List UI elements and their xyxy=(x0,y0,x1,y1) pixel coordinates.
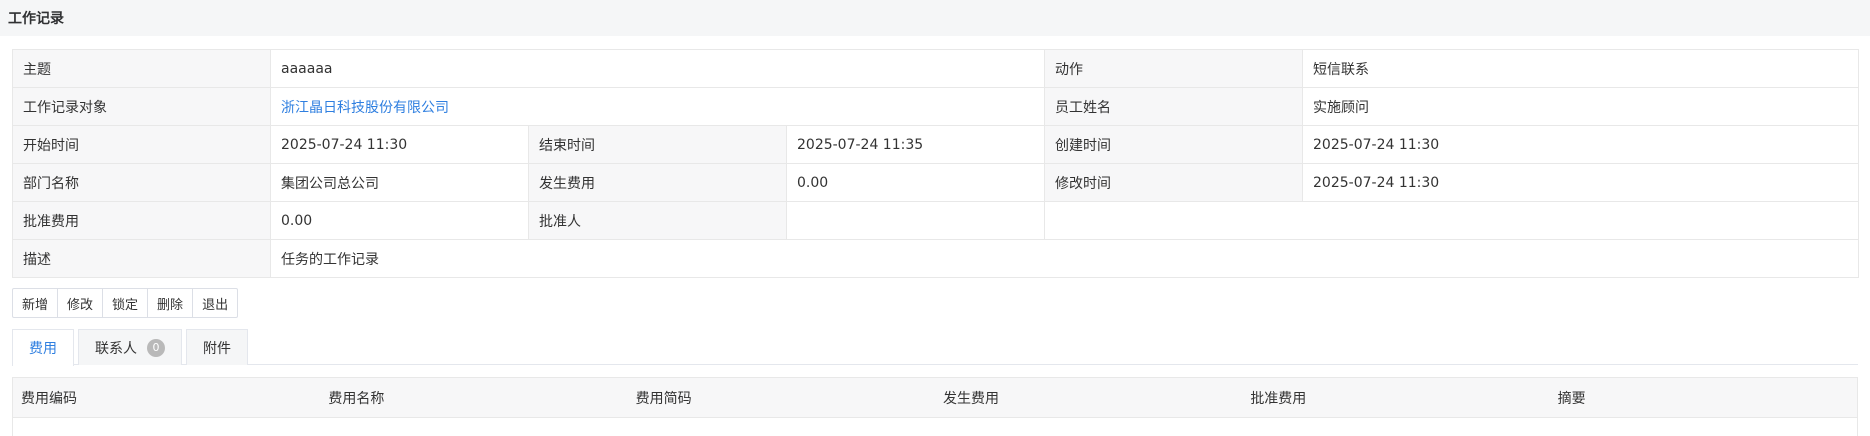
detail-tabs: 费用 联系人 0 附件 xyxy=(12,329,1858,366)
work-record-detail-table: 主题 aaaaaa 动作 短信联系 工作记录对象 浙江晶日科技股份有限公司 员工… xyxy=(12,49,1860,278)
column-header-summary[interactable]: 摘要 xyxy=(1550,388,1857,408)
department-label: 部门名称 xyxy=(12,163,271,202)
contacts-count-badge: 0 xyxy=(147,338,165,357)
employee-label: 员工姓名 xyxy=(1044,87,1304,126)
action-toolbar: 新增 修改 锁定 删除 退出 xyxy=(12,288,239,318)
detail-row: 描述 任务的工作记录 xyxy=(12,239,1860,278)
end-time-value: 2025-07-24 11:35 xyxy=(785,125,1046,164)
description-value: 任务的工作记录 xyxy=(269,239,1860,278)
modified-time-label: 修改时间 xyxy=(1044,163,1304,202)
expense-grid-header: 费用编码 费用名称 费用简码 发生费用 批准费用 摘要 xyxy=(13,378,1857,418)
tab-attachments-label: 附件 xyxy=(203,340,231,357)
end-time-label: 结束时间 xyxy=(528,125,787,164)
column-header-expense-short-code[interactable]: 费用简码 xyxy=(628,388,935,408)
detail-row: 工作记录对象 浙江晶日科技股份有限公司 员工姓名 实施顾问 xyxy=(12,87,1860,126)
detail-row: 开始时间 2025-07-24 11:30 结束时间 2025-07-24 11… xyxy=(12,125,1860,164)
created-time-value: 2025-07-24 11:30 xyxy=(1302,125,1860,164)
delete-button[interactable]: 删除 xyxy=(147,288,194,318)
approved-cost-label: 批准费用 xyxy=(12,201,271,240)
approved-cost-value: 0.00 xyxy=(270,201,529,240)
modified-time-value: 2025-07-24 11:30 xyxy=(1302,163,1860,202)
column-header-incurred-cost[interactable]: 发生费用 xyxy=(935,388,1242,408)
tab-expense-label: 费用 xyxy=(29,341,57,357)
approver-value xyxy=(785,201,1046,240)
empty-cell xyxy=(1044,201,1860,240)
page-title: 工作记录 xyxy=(8,11,64,27)
tab-contacts[interactable]: 联系人 0 xyxy=(78,329,182,365)
detail-row: 主题 aaaaaa 动作 短信联系 xyxy=(12,49,1860,88)
description-label: 描述 xyxy=(12,239,271,278)
object-label: 工作记录对象 xyxy=(12,87,271,126)
tab-attachments[interactable]: 附件 xyxy=(186,329,248,365)
subject-label: 主题 xyxy=(12,49,271,88)
lock-button[interactable]: 锁定 xyxy=(102,288,149,318)
cost-label: 发生费用 xyxy=(528,163,787,202)
tab-expense[interactable]: 费用 xyxy=(12,329,74,366)
action-label: 动作 xyxy=(1044,49,1304,88)
column-header-approved-cost[interactable]: 批准费用 xyxy=(1242,388,1549,408)
department-value: 集团公司总公司 xyxy=(270,163,529,202)
add-button[interactable]: 新增 xyxy=(12,288,59,318)
start-time-value: 2025-07-24 11:30 xyxy=(270,125,529,164)
action-value: 短信联系 xyxy=(1302,49,1860,88)
subject-value: aaaaaa xyxy=(269,49,1046,88)
detail-row: 批准费用 0.00 批准人 xyxy=(12,201,1860,240)
employee-value: 实施顾问 xyxy=(1302,87,1860,126)
page-header: 工作记录 xyxy=(0,0,1870,36)
cost-value: 0.00 xyxy=(785,163,1046,202)
column-header-expense-name[interactable]: 费用名称 xyxy=(320,388,627,408)
column-header-expense-code[interactable]: 费用编码 xyxy=(13,388,320,408)
object-cell: 浙江晶日科技股份有限公司 xyxy=(269,87,1046,126)
object-link[interactable]: 浙江晶日科技股份有限公司 xyxy=(281,100,449,116)
created-time-label: 创建时间 xyxy=(1044,125,1304,164)
exit-button[interactable]: 退出 xyxy=(192,288,239,318)
tab-contacts-label: 联系人 xyxy=(95,340,137,357)
edit-button[interactable]: 修改 xyxy=(57,288,104,318)
detail-row: 部门名称 集团公司总公司 发生费用 0.00 修改时间 2025-07-24 1… xyxy=(12,163,1860,202)
start-time-label: 开始时间 xyxy=(12,125,271,164)
expense-grid: 费用编码 费用名称 费用简码 发生费用 批准费用 摘要 xyxy=(12,377,1858,436)
approver-label: 批准人 xyxy=(528,201,787,240)
